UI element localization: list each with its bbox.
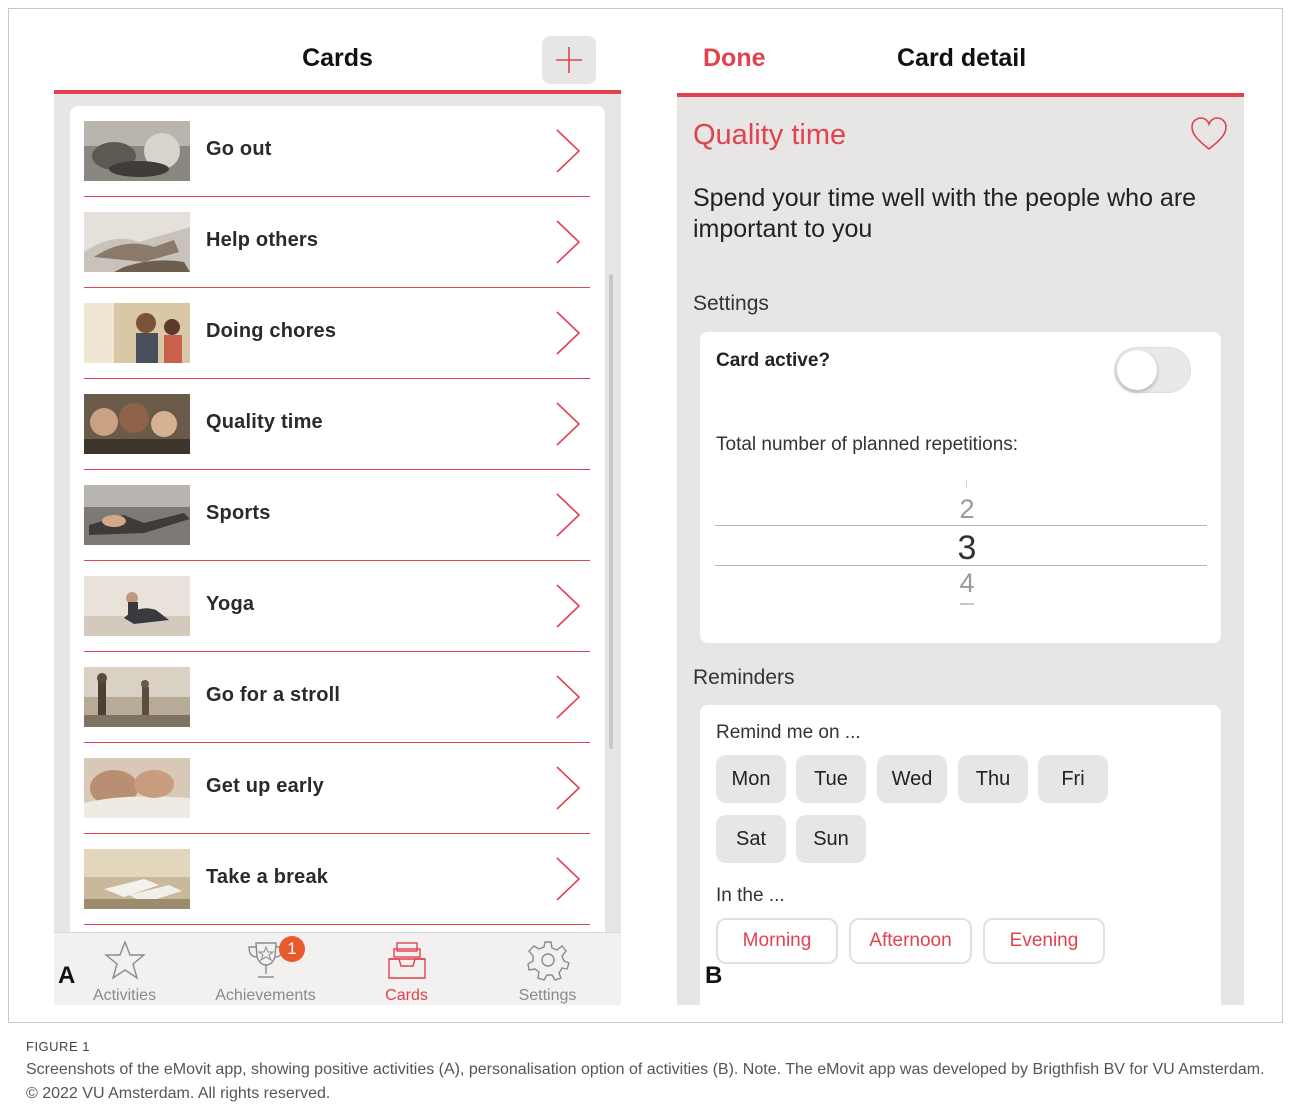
- chevron-right-icon: [556, 220, 581, 264]
- day-thu-button[interactable]: Thu: [958, 755, 1028, 803]
- card-thumbnail: [84, 121, 190, 181]
- notification-badge: 1: [279, 936, 305, 962]
- tab-label: Cards: [385, 987, 428, 1004]
- afternoon-button[interactable]: Afternoon: [849, 918, 972, 964]
- chevron-right-icon: [556, 311, 581, 355]
- tab-label: Achievements: [215, 987, 316, 1004]
- list-item[interactable]: Yoga: [84, 561, 590, 652]
- list-item[interactable]: Sports: [84, 470, 590, 561]
- settings-card: Card active? Total number of planned rep…: [700, 332, 1221, 643]
- picker-value-below: 4: [959, 568, 975, 598]
- heart-icon[interactable]: [1189, 115, 1229, 153]
- card-label: Doing chores: [206, 320, 337, 342]
- chevron-right-icon: [556, 675, 581, 719]
- chevron-right-icon: [556, 493, 581, 537]
- repetitions-label: Total number of planned repetitions:: [716, 434, 1019, 455]
- picker-divider: [715, 525, 1207, 526]
- done-button[interactable]: Done: [703, 44, 766, 73]
- page-title: Cards: [302, 44, 373, 72]
- card-label: Go out: [206, 138, 272, 160]
- chevron-right-icon: [556, 402, 581, 446]
- chevron-right-icon: [556, 129, 581, 173]
- toggle-knob: [1117, 350, 1157, 390]
- scrollbar[interactable]: [609, 274, 613, 749]
- chevron-right-icon: [556, 584, 581, 628]
- plus-icon: [556, 47, 582, 73]
- card-thumbnail: [84, 667, 190, 727]
- list-item[interactable]: Doing chores: [84, 288, 590, 379]
- panel-label-a: A: [58, 962, 76, 989]
- card-detail-screen: Done Card detail Quality time Spend your…: [677, 28, 1244, 1005]
- list-item[interactable]: Help others: [84, 197, 590, 288]
- add-card-button[interactable]: [542, 36, 596, 84]
- card-label: Get up early: [206, 775, 324, 797]
- list-item[interactable]: Quality time: [84, 379, 590, 470]
- morning-button[interactable]: Morning: [716, 918, 838, 964]
- card-title: Quality time: [693, 119, 847, 151]
- picker-value-selected: 3: [957, 529, 977, 567]
- day-sat-button[interactable]: Sat: [716, 815, 786, 863]
- tab-settings[interactable]: Settings: [477, 933, 618, 1005]
- card-label: Yoga: [206, 593, 255, 615]
- remind-label: Remind me on ...: [716, 722, 861, 743]
- card-thumbnail: [84, 485, 190, 545]
- card-active-label: Card active?: [716, 350, 831, 371]
- tab-achievements[interactable]: 1 Achievements: [195, 933, 336, 1005]
- card-label: Quality time: [206, 411, 323, 433]
- evening-button[interactable]: Evening: [983, 918, 1105, 964]
- card-detail-header: Done Card detail: [677, 28, 1244, 97]
- card-label: Help others: [206, 229, 319, 251]
- tab-bar: Activities 1 Achievements Cards Settings: [54, 932, 621, 1005]
- panel-label-b: B: [705, 962, 723, 989]
- card-label: Go for a stroll: [206, 684, 341, 706]
- settings-heading: Settings: [693, 292, 769, 315]
- card-thumbnail: [84, 394, 190, 454]
- card-active-toggle[interactable]: [1114, 347, 1191, 393]
- card-thumbnail: [84, 212, 190, 272]
- list-item[interactable]: Get up early: [84, 743, 590, 834]
- day-sun-button[interactable]: Sun: [796, 815, 866, 863]
- list-item[interactable]: Take a break: [84, 834, 590, 925]
- figure-caption: Screenshots of the eMovit app, showing p…: [26, 1061, 1265, 1102]
- inbox-tray-icon: [387, 942, 426, 979]
- reminders-card: Remind me on ... Mon Tue Wed Thu Fri Sat…: [700, 705, 1221, 1005]
- card-list: Go out Help others Doing chores Quality …: [70, 106, 605, 946]
- in-the-label: In the ...: [716, 885, 785, 906]
- list-item[interactable]: Go out: [84, 106, 590, 197]
- card-thumbnail: [84, 758, 190, 818]
- reminders-heading: Reminders: [693, 666, 795, 689]
- card-label: Sports: [206, 502, 271, 524]
- list-item[interactable]: Go for a stroll: [84, 652, 590, 743]
- picker-value-partial: [960, 603, 974, 609]
- card-thumbnail: [84, 576, 190, 636]
- day-wed-button[interactable]: Wed: [877, 755, 947, 803]
- card-description: Spend your time well with the people who…: [693, 184, 1197, 243]
- cards-screen: Cards Go out Help others Doing chores Qu…: [54, 28, 621, 1005]
- cards-header: Cards: [54, 28, 621, 94]
- card-thumbnail: [84, 303, 190, 363]
- day-tue-button[interactable]: Tue: [796, 755, 866, 803]
- chevron-right-icon: [556, 766, 581, 810]
- page-title: Card detail: [897, 44, 1027, 72]
- day-mon-button[interactable]: Mon: [716, 755, 786, 803]
- tab-label: Settings: [518, 987, 577, 1004]
- figure-label: FIGURE 1: [26, 1039, 90, 1054]
- chevron-right-icon: [556, 857, 581, 901]
- gear-icon: [526, 941, 570, 981]
- cards-body: Go out Help others Doing chores Quality …: [54, 94, 621, 946]
- picker-divider: [715, 565, 1207, 566]
- day-fri-button[interactable]: Fri: [1038, 755, 1108, 803]
- star-icon: [103, 940, 146, 980]
- picker-tick: [966, 480, 967, 488]
- picker-value-above: 2: [959, 494, 975, 524]
- tab-cards[interactable]: Cards: [336, 933, 477, 1005]
- card-thumbnail: [84, 849, 190, 909]
- card-detail-body: Quality time Spend your time well with t…: [677, 97, 1244, 1005]
- card-label: Take a break: [206, 866, 329, 888]
